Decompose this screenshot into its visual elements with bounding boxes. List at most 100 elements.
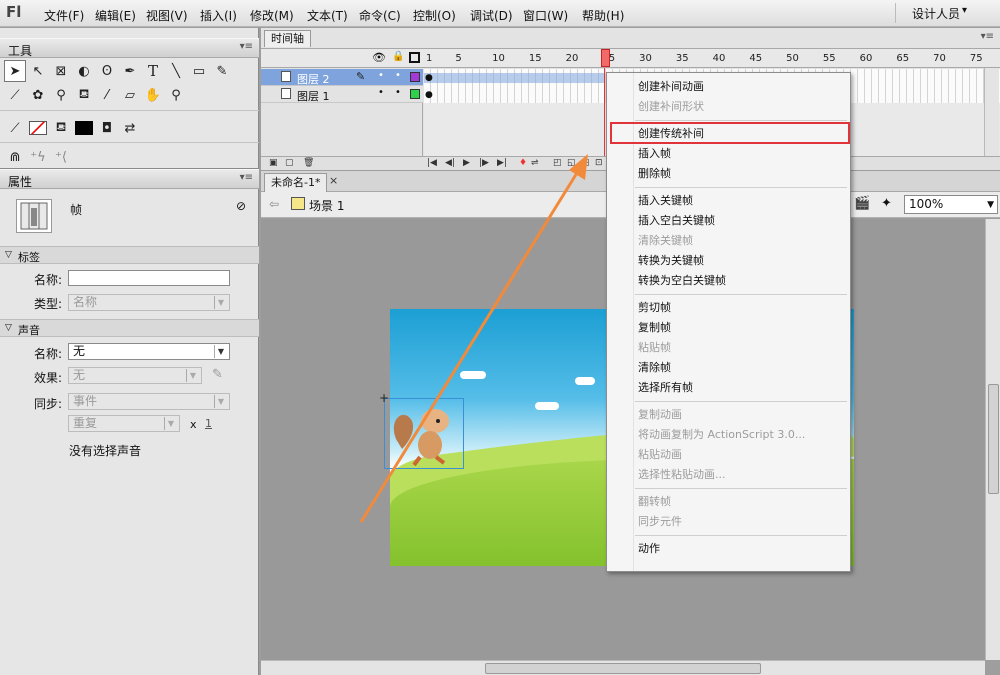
- context-menu-item[interactable]: 插入帧: [607, 144, 850, 164]
- loop-icon[interactable]: ⇌: [531, 158, 539, 168]
- sound-repeat-select[interactable]: 重复 ▼: [68, 415, 180, 432]
- selection-tool-icon[interactable]: ➤: [4, 60, 26, 82]
- layer-color-swatch[interactable]: [410, 72, 420, 82]
- stroke-swatch[interactable]: [27, 117, 49, 139]
- selected-frame-span[interactable]: [424, 73, 604, 83]
- paint-bucket-icon[interactable]: ⛾: [73, 84, 95, 106]
- black-white-icon[interactable]: ◘: [96, 117, 118, 139]
- context-menu-item[interactable]: 转换为空白关键帧: [607, 271, 850, 291]
- context-menu-item[interactable]: 清除帧: [607, 358, 850, 378]
- line-tool-icon[interactable]: ╲: [165, 60, 187, 82]
- menu-file[interactable]: 文件(F): [44, 7, 84, 24]
- outline-icon[interactable]: [409, 52, 420, 63]
- straighten-icon[interactable]: ⁺⟨: [50, 146, 72, 168]
- last-frame-button[interactable]: ▶|: [497, 158, 507, 168]
- lasso-tool-icon[interactable]: ʘ: [96, 60, 118, 82]
- layer-row[interactable]: 图层 1 • •: [261, 86, 423, 103]
- scene-breadcrumb[interactable]: 场景 1: [309, 197, 344, 214]
- edit-multiple-icon[interactable]: ◲: [581, 158, 590, 168]
- menu-control[interactable]: 控制(O): [413, 7, 456, 24]
- context-menu-item[interactable]: 复制帧: [607, 318, 850, 338]
- deco-tool-icon[interactable]: ✿: [27, 84, 49, 106]
- layer-color-swatch[interactable]: [410, 89, 420, 99]
- onion-markers-icon[interactable]: ⊡: [595, 158, 603, 168]
- frame-name-input[interactable]: [68, 270, 230, 286]
- zoom-select[interactable]: 100% ▼: [904, 195, 998, 214]
- edit-symbols-icon[interactable]: ✦: [881, 196, 892, 211]
- lock-dot[interactable]: •: [395, 70, 401, 81]
- sound-sync-select[interactable]: 事件 ▼: [68, 393, 230, 410]
- previous-frame-button[interactable]: ◀|: [445, 158, 455, 168]
- menu-modify[interactable]: 修改(M): [250, 7, 294, 24]
- new-layer-icon[interactable]: ▣: [269, 158, 278, 168]
- brush-tool-icon[interactable]: ⟋: [4, 84, 26, 106]
- keyframe-dot[interactable]: ●: [425, 91, 433, 100]
- timeline-tab[interactable]: 时间轴: [264, 30, 311, 47]
- keyframe-dot[interactable]: ●: [425, 74, 433, 83]
- zoom-tool-icon[interactable]: ⚲: [165, 84, 187, 106]
- stroke-color-icon[interactable]: ⟋: [4, 117, 26, 139]
- selection-bounding-box[interactable]: [384, 398, 464, 469]
- new-folder-icon[interactable]: ▢: [285, 158, 294, 168]
- panel-menu-icon[interactable]: ▾≡: [240, 172, 253, 183]
- sound-effect-select[interactable]: 无 ▼: [68, 367, 202, 384]
- center-frame-icon[interactable]: ♦: [519, 158, 527, 168]
- pen-tool-icon[interactable]: ✒: [119, 60, 141, 82]
- document-tab[interactable]: 未命名-1*: [264, 173, 328, 192]
- text-tool-icon[interactable]: T: [142, 60, 164, 82]
- workspace-switcher[interactable]: 设计人员: [912, 5, 960, 22]
- 3d-rotation-tool-icon[interactable]: ◐: [73, 60, 95, 82]
- menu-debug[interactable]: 调试(D): [470, 7, 513, 24]
- pencil-tool-icon[interactable]: ✎: [211, 60, 233, 82]
- sound-name-select[interactable]: 无 ▼: [68, 343, 230, 360]
- context-menu-item[interactable]: 删除帧: [607, 164, 850, 184]
- vertical-scrollbar[interactable]: [985, 219, 1000, 660]
- context-menu-item[interactable]: 插入空白关键帧: [607, 211, 850, 231]
- context-menu-item[interactable]: 剪切帧: [607, 298, 850, 318]
- menu-view[interactable]: 视图(V): [146, 7, 188, 24]
- next-frame-button[interactable]: |▶: [479, 158, 489, 168]
- label-type-select[interactable]: 名称 ▼: [68, 294, 230, 311]
- fill-color-icon[interactable]: ⛾: [50, 117, 72, 139]
- scrollbar-thumb[interactable]: [988, 384, 999, 494]
- timeline-vscroll[interactable]: [984, 68, 999, 156]
- edit-envelope-icon[interactable]: ✎: [212, 367, 223, 382]
- free-transform-tool-icon[interactable]: ⊠: [50, 60, 72, 82]
- bone-tool-icon[interactable]: ⚲: [50, 84, 72, 106]
- eraser-icon[interactable]: ▱: [119, 84, 141, 106]
- menu-edit[interactable]: 编辑(E): [95, 7, 136, 24]
- sound-section-header[interactable]: ▽ 声音: [0, 319, 259, 337]
- repeat-count-field[interactable]: 1: [205, 417, 212, 430]
- subselection-tool-icon[interactable]: ↖: [27, 60, 49, 82]
- panel-menu-icon[interactable]: ▾≡: [240, 41, 253, 52]
- first-frame-button[interactable]: |◀: [427, 158, 437, 168]
- context-menu-item[interactable]: 转换为关键帧: [607, 251, 850, 271]
- edit-scene-icon[interactable]: 🎬: [854, 196, 870, 211]
- label-section-header[interactable]: ▽ 标签: [0, 246, 259, 264]
- onion-outline-icon[interactable]: ◱: [567, 158, 576, 168]
- lock-dot[interactable]: •: [395, 87, 401, 98]
- rectangle-tool-icon[interactable]: ▭: [188, 60, 210, 82]
- swap-colors-icon[interactable]: ⇄: [119, 117, 141, 139]
- eye-icon[interactable]: 👁: [372, 51, 386, 64]
- layer-row[interactable]: 图层 2 ✎ • •: [261, 69, 423, 86]
- context-menu-item[interactable]: 插入关键帧: [607, 191, 850, 211]
- help-link-icon[interactable]: ⊘: [236, 199, 246, 213]
- menu-text[interactable]: 文本(T): [307, 7, 348, 24]
- menu-insert[interactable]: 插入(I): [200, 7, 237, 24]
- context-menu-item[interactable]: 动作: [607, 539, 850, 559]
- panel-menu-icon[interactable]: ▾≡: [981, 31, 994, 42]
- context-menu-item[interactable]: 创建补间动画: [607, 77, 850, 97]
- chevron-down-icon[interactable]: ▾: [962, 5, 967, 16]
- delete-layer-icon[interactable]: 🗑: [303, 158, 314, 168]
- hand-tool-icon[interactable]: ✋: [142, 84, 164, 106]
- timeline-ruler[interactable]: 👁 🔒 151015202530354045505560657075: [261, 48, 1000, 68]
- play-button[interactable]: ▶: [463, 158, 470, 168]
- scrollbar-thumb[interactable]: [485, 663, 761, 674]
- fill-swatch[interactable]: [73, 117, 95, 139]
- playhead[interactable]: [601, 49, 610, 67]
- lock-icon[interactable]: 🔒: [392, 51, 404, 62]
- visibility-dot[interactable]: •: [378, 87, 384, 98]
- horizontal-scrollbar[interactable]: [261, 660, 985, 675]
- menu-help[interactable]: 帮助(H): [582, 7, 624, 24]
